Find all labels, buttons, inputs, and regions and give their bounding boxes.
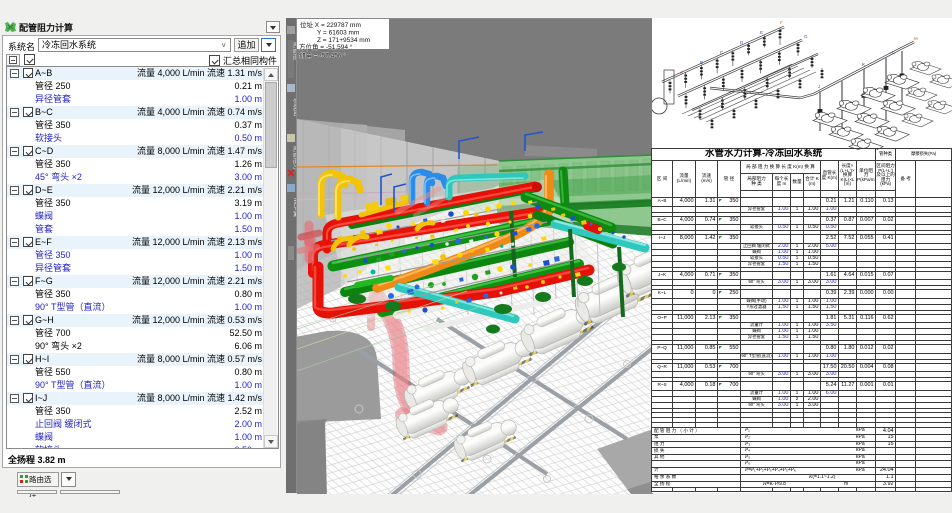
svg-text:Y = 61603 mm: Y = 61603 mm: [317, 30, 359, 37]
svg-text:K: K: [862, 62, 865, 67]
svg-text:方位角 = -51.594 °: 方位角 = -51.594 °: [299, 42, 353, 51]
svg-text:A: A: [680, 70, 683, 75]
svg-text:B: B: [700, 60, 703, 65]
svg-text:位址 X = 229787 mm: 位址 X = 229787 mm: [300, 20, 361, 29]
svg-text:G: G: [804, 34, 808, 39]
svg-text:J: J: [818, 84, 820, 89]
svg-text:Z = 171+9534 mm: Z = 171+9534 mm: [317, 37, 370, 44]
svg-text:M: M: [914, 36, 918, 41]
svg-text:E: E: [760, 30, 763, 35]
svg-text:仰角 = -57.456 °: 仰角 = -57.456 °: [299, 51, 346, 60]
svg-text:F: F: [780, 20, 783, 25]
